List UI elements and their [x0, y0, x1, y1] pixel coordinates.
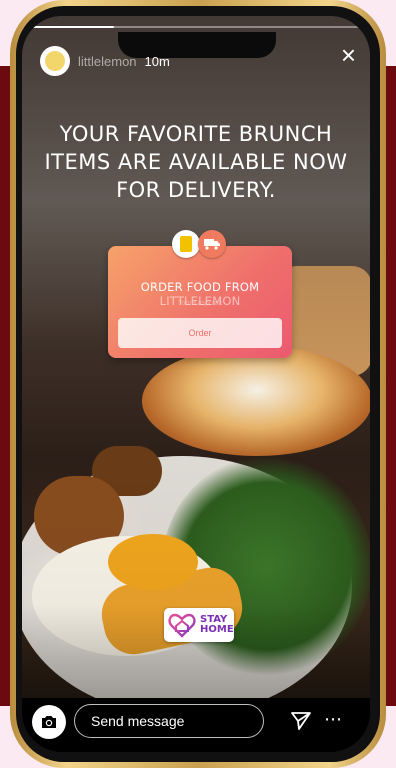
stay-home-text: STAY HOME	[200, 615, 234, 635]
restaurant-logo-icon	[172, 230, 200, 258]
camera-button[interactable]	[32, 705, 66, 739]
story-progress-fill	[32, 26, 114, 28]
story-screen[interactable]: littlelemon 10m × YOUR FAVORITE BRUNCH I…	[22, 16, 370, 752]
order-title-prefix: ORDER FOOD FROM	[140, 280, 260, 294]
delivery-truck-icon	[198, 230, 226, 258]
story-username[interactable]: littlelemon	[78, 54, 137, 69]
more-options-icon[interactable]: ⋯	[324, 710, 343, 728]
send-message-input[interactable]	[74, 704, 264, 738]
order-button[interactable]: Order	[118, 318, 282, 348]
camera-icon	[42, 716, 56, 728]
order-food-sticker[interactable]: ORDER FOOD FROM LITTLELEMON Tom Kasprzak…	[108, 246, 292, 358]
order-sticker-subtitle: Tom Kasprzak	[177, 300, 223, 307]
avatar[interactable]	[40, 46, 70, 76]
heart-house-icon	[168, 613, 196, 638]
story-header: littlelemon 10m	[40, 46, 170, 76]
order-sticker-icons	[172, 230, 226, 258]
send-icon[interactable]	[290, 710, 312, 732]
story-reply-bar: ⋯	[22, 698, 370, 752]
story-progress-bar	[32, 26, 360, 28]
stay-home-sticker[interactable]: STAY HOME	[164, 608, 234, 642]
close-icon[interactable]: ×	[341, 42, 356, 68]
story-headline: YOUR FAVORITE BRUNCH ITEMS ARE AVAILABLE…	[44, 122, 348, 202]
story-time: 10m	[144, 53, 170, 69]
stay-home-line2: HOME	[200, 624, 234, 635]
